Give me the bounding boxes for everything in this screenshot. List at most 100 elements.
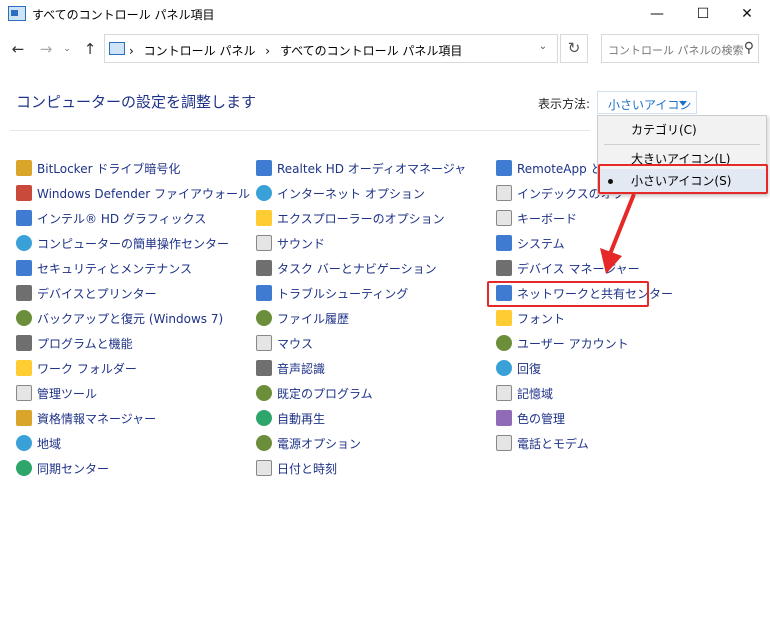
recent-locations-button[interactable]: ⌄ [60,38,74,60]
cp-item-devices-printers[interactable]: デバイスとプリンター [16,283,157,303]
cp-item-sync-center[interactable]: 同期センター [16,458,109,478]
indexing-icon [496,185,512,201]
credential-icon [16,410,32,426]
cp-item-ease-of-access[interactable]: コンピューターの簡単操作センター [16,233,229,253]
autoplay-icon [256,410,272,426]
cp-item-mouse[interactable]: マウス [256,333,313,353]
maximize-button[interactable]: ☐ [680,0,726,28]
cp-item-keyboard[interactable]: キーボード [496,208,577,228]
font-icon [496,310,512,326]
control-panel-icon [109,42,125,55]
cp-item-security-maintenance[interactable]: セキュリティとメンテナンス [16,258,192,278]
device-manager-icon [496,260,512,276]
firewall-icon [16,185,32,201]
breadcrumb-control-panel[interactable]: コントロール パネル [144,44,256,58]
work-folder-icon [16,360,32,376]
up-button[interactable]: ↑ [80,38,100,60]
cp-item-label: ワーク フォルダー [37,361,137,376]
cp-item-fonts[interactable]: フォント [496,308,565,328]
cp-item-label: トラブルシューティング [277,286,409,301]
cp-item-firewall[interactable]: Windows Defender ファイアウォール [16,183,250,203]
page-title: コンピューターの設定を調整します [16,93,257,111]
back-button[interactable]: ← [8,38,28,60]
close-button[interactable]: ✕ [724,0,770,28]
cp-item-default-programs[interactable]: 既定のプログラム [256,383,373,403]
cp-item-sound[interactable]: サウンド [256,233,325,253]
internet-options-icon [256,185,272,201]
chevron-down-icon[interactable] [679,101,687,106]
breadcrumb-separator[interactable]: › [129,44,134,58]
ease-of-access-icon [16,235,32,251]
cp-item-label: システム [517,236,565,251]
cp-item-bitlocker[interactable]: BitLocker ドライブ暗号化 [16,158,180,178]
cp-item-autoplay[interactable]: 自動再生 [256,408,325,428]
cp-item-storage-spaces[interactable]: 記憶域 [496,383,553,403]
cp-item-date-time[interactable]: 日付と時刻 [256,458,337,478]
cp-item-backup-restore[interactable]: バックアップと復元 (Windows 7) [16,308,223,328]
cp-item-explorer-options[interactable]: エクスプローラーのオプション [256,208,445,228]
cp-item-intel-graphics[interactable]: インテル® HD グラフィックス [16,208,206,228]
minimize-button[interactable]: — [634,0,680,28]
cp-item-label: 地域 [37,436,62,451]
keyboard-icon [496,210,512,226]
breadcrumb-separator[interactable]: › [265,44,270,58]
audio-manager-icon [256,160,272,176]
cp-item-file-history[interactable]: ファイル履歴 [256,308,349,328]
sound-icon [256,235,272,251]
cp-item-programs-features[interactable]: プログラムと機能 [16,333,133,353]
highlight-box-network [487,281,649,307]
cp-item-user-accounts[interactable]: ユーザー アカウント [496,333,629,353]
cp-item-taskbar-navigation[interactable]: タスク バーとナビゲーション [256,258,437,278]
breadcrumb-all-items[interactable]: すべてのコントロール パネル項目 [280,44,463,58]
window-title: すべてのコントロール パネル項目 [32,8,215,22]
color-management-icon [496,410,512,426]
cp-item-label: コンピューターの簡単操作センター [37,236,230,251]
forward-button[interactable]: → [36,38,56,60]
cp-item-label: 同期センター [37,461,110,476]
cp-item-system[interactable]: システム [496,233,565,253]
backup-icon [16,310,32,326]
search-icon[interactable]: ⚲ [744,40,754,56]
cp-item-label: 音声認識 [277,361,326,376]
cp-item-power-options[interactable]: 電源オプション [256,433,361,453]
cp-item-label: 回復 [517,361,542,376]
header-divider [10,130,590,131]
menu-item-category[interactable]: カテゴリ(C) [598,118,766,142]
cp-item-troubleshooting[interactable]: トラブルシューティング [256,283,408,303]
mouse-icon [256,335,272,351]
cp-item-work-folders[interactable]: ワーク フォルダー [16,358,137,378]
search-box[interactable]: コントロール パネルの検索 ⚲ [601,34,759,63]
cp-item-label: インテル® HD グラフィックス [37,211,207,226]
cp-item-credential-manager[interactable]: 資格情報マネージャー [16,408,156,428]
cp-item-label: キーボード [517,211,578,226]
remoteapp-icon [496,160,512,176]
troubleshoot-icon [256,285,272,301]
view-by-label: 表示方法: [538,97,591,111]
cp-item-color-management[interactable]: 色の管理 [496,408,565,428]
printer-icon [16,285,32,301]
annotation-arrow-icon [600,193,636,274]
cp-item-label: ファイル履歴 [277,311,350,326]
cp-item-label: Windows Defender ファイアウォール [37,186,250,201]
programs-icon [16,335,32,351]
view-by-dropdown[interactable]: 小さいアイコン [597,91,697,114]
power-icon [256,435,272,451]
search-input[interactable]: コントロール パネルの検索 [608,42,744,58]
explorer-options-icon [256,210,272,226]
cp-item-label: マウス [277,336,314,351]
cp-item-phone-modem[interactable]: 電話とモデム [496,433,589,453]
cp-item-internet-options[interactable]: インターネット オプション [256,183,425,203]
cp-item-speech-recognition[interactable]: 音声認識 [256,358,325,378]
refresh-button[interactable]: ↻ [560,34,588,63]
cp-item-label: バックアップと復元 (Windows 7) [37,311,224,326]
address-bar[interactable]: › コントロール パネル › すべてのコントロール パネル項目 [104,34,558,63]
phone-modem-icon [496,435,512,451]
cp-item-region[interactable]: 地域 [16,433,61,453]
cp-item-label: 色の管理 [517,411,566,426]
cp-item-label: インターネット オプション [277,186,425,201]
cp-item-admin-tools[interactable]: 管理ツール [16,383,97,403]
address-dropdown-button[interactable]: ⌄ [534,36,552,58]
cp-item-realtek-audio[interactable]: Realtek HD オーディオマネージャ [256,158,466,178]
cp-item-recovery[interactable]: 回復 [496,358,541,378]
control-panel-icon [8,6,26,21]
